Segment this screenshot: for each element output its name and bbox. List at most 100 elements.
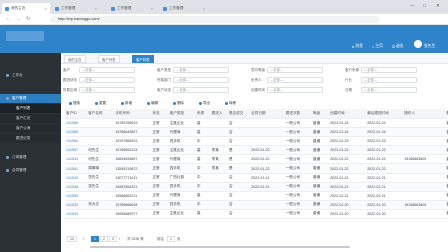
goto-page-input[interactable]: 1 (167, 236, 175, 242)
column-header[interactable]: 操作人 (403, 109, 446, 119)
browser-tab[interactable]: 工作管理 × (108, 3, 156, 14)
filter-select[interactable]: —全部— (79, 67, 135, 73)
column-header[interactable]: 跟进次数 (284, 109, 312, 119)
table-cell: 2022-01-23 (329, 136, 367, 147)
sidebar-item[interactable]: 跟进记录 (0, 134, 61, 143)
column-header[interactable]: 状态 (151, 109, 169, 119)
browser-tab[interactable]: 工作管理 × (52, 3, 100, 14)
filter-select[interactable]: —全部— (361, 87, 417, 93)
filter-select[interactable]: —全部— (173, 67, 229, 73)
table-cell[interactable]: 141565 (65, 127, 88, 138)
column-header[interactable]: 最后跟进时间 (366, 109, 404, 119)
edit-button[interactable]: 编辑 (147, 100, 158, 106)
page-size-select[interactable]: 10 (67, 236, 77, 242)
table-cell[interactable]: 141530 (65, 209, 88, 220)
close-tab-icon[interactable]: × (151, 6, 153, 11)
transfer-button[interactable]: 转移 (225, 100, 236, 106)
sidebar-item[interactable]: 客户汇总 (0, 114, 61, 123)
filter-select[interactable]: —全部— (361, 77, 417, 83)
close-window-icon[interactable]: ✕ (436, 3, 440, 9)
content-tab[interactable]: 客户列表 (98, 55, 120, 63)
table-row[interactable]: 141535 15566852211 正常 代理商高否一般公司 普通 2022-01-21… (65, 191, 448, 201)
filter-select[interactable]: —全部— (267, 77, 323, 83)
sidebar-item[interactable]: 客户管理 (0, 94, 61, 103)
minimize-icon[interactable]: — (410, 3, 414, 8)
delete-button[interactable]: 删除 (173, 100, 184, 106)
table-row[interactable]: 141564 18767865431 正常 四手机中否一般公司 普通 2022-01-23… (65, 136, 448, 147)
table-cell[interactable]: 141557 (65, 145, 88, 156)
back-icon[interactable]: ← (6, 16, 11, 22)
page-button[interactable]: 3 (109, 236, 117, 242)
filter-select[interactable]: —全部— (79, 87, 135, 93)
table-cell[interactable]: 141532 (65, 200, 88, 210)
username[interactable]: 张先生 (424, 44, 435, 49)
table-cell[interactable]: 141535 (65, 191, 88, 201)
sidebar-item[interactable]: 订单管理 (0, 153, 61, 162)
table-cell (87, 191, 115, 201)
table-row[interactable]: 141538 张先生 15987654321 正常 四手机中否 2022-01-21 一般公… (65, 182, 448, 192)
table-row[interactable]: 141565 15786643827 正常 代理商高否一般公司 普通 2022-01-24… (65, 127, 448, 138)
search-button[interactable]: 搜索 (69, 100, 80, 106)
add-button[interactable]: 新增 (121, 100, 132, 106)
content-tab[interactable]: 我的主页 (64, 55, 86, 63)
page-button[interactable]: 1 (91, 236, 99, 242)
table-row[interactable]: 141541 周琳琳 13545219872 正常 四手机中李某是 2022-01-22 一… (65, 163, 448, 174)
table-row[interactable]: 141540 张先生 13077771011 正常 广西壮族中否 2022-01-21 一般… (65, 173, 448, 183)
table-cell[interactable]: 141540 (65, 173, 88, 183)
column-header[interactable]: 来源 (195, 109, 211, 119)
browser-tab[interactable]: 工作管理 × (160, 3, 208, 14)
table-cell[interactable]: 141543 (65, 154, 88, 165)
filter-select[interactable]: —全部— (173, 87, 229, 93)
page-button[interactable]: 2 (100, 236, 108, 242)
column-header[interactable]: 客户类型 (168, 109, 196, 119)
filter-select[interactable]: —全部— (79, 77, 135, 83)
table-cell: 普通 (311, 173, 330, 183)
header-item[interactable]: ⌂ 主页 (372, 44, 383, 49)
column-header[interactable]: 手机号码 (114, 109, 152, 119)
table-row[interactable]: 141530 15655889977 正常 主推企业高否一般公司 普通 2022-01-2… (65, 209, 448, 220)
column-header[interactable]: 是否成交 (227, 109, 251, 119)
close-tab-icon[interactable]: × (45, 6, 47, 11)
content-tab[interactable]: 客户列表 (132, 55, 154, 63)
table-row[interactable]: 141543 何先生 18694534897 正常 代理商高李某是 2022-01-22 一… (65, 154, 448, 165)
column-header[interactable]: 客户ID (65, 109, 88, 119)
header-item[interactable]: ● 消息 (352, 44, 363, 49)
column-header[interactable]: 客户名称 (87, 109, 115, 119)
filter-select[interactable]: —全部— (267, 87, 323, 93)
browser-tab[interactable]: 我的主页 × (2, 3, 50, 14)
filter-select[interactable]: —全部— (173, 77, 229, 83)
sidebar-item[interactable]: 工作台 (0, 71, 61, 80)
sidebar-item[interactable]: 合同管理 (0, 166, 61, 175)
prev-page-icon[interactable]: ‹ (83, 236, 84, 242)
table-cell[interactable]: 141538 (65, 182, 88, 192)
table-cell[interactable]: 141564 (65, 136, 88, 147)
column-header[interactable]: 等级 (311, 109, 330, 119)
forward-icon[interactable]: → (16, 16, 21, 22)
column-header[interactable]: 合同日期 (250, 109, 285, 119)
table-row[interactable]: 141557 何先生 15789652123 正常 主推企业高李某是 2022-01-22… (65, 145, 448, 156)
horizontal-scrollbar[interactable] (90, 246, 350, 248)
filter-select[interactable]: —全部— (267, 67, 323, 73)
sidebar-item[interactable]: 客户列表 (0, 104, 61, 113)
table-cell: 正常 (151, 200, 169, 210)
reset-button[interactable]: 重置 (95, 100, 106, 106)
export-button[interactable]: 导出 (199, 100, 210, 106)
header-item[interactable]: ⏻ 退出 (392, 44, 404, 49)
table-row[interactable]: 141532 宋大志 15789666618 正常 四手机中否一般公司 普通 2022-01… (65, 200, 448, 210)
close-tab-icon[interactable]: × (95, 6, 97, 11)
table-row[interactable]: 141566 15789765619 正常 主推企业高否一般公司 普通 2022-01-2… (65, 118, 448, 129)
column-header[interactable]: 创建时间 (329, 109, 367, 119)
reload-icon[interactable]: ↻ (26, 16, 30, 22)
column-header[interactable]: 跟进人 (210, 109, 228, 119)
next-page-icon[interactable]: › (119, 236, 120, 242)
sidebar-item[interactable]: 客户公海 (0, 124, 61, 133)
avatar[interactable] (414, 40, 422, 48)
table-cell: 四手机 (168, 136, 196, 147)
url-field[interactable]: http://erp.haixinggo.com/ (50, 16, 380, 23)
table-cell: 一般公司 (284, 182, 312, 192)
close-tab-icon[interactable]: × (203, 6, 205, 11)
filter-select[interactable]: —全部— (361, 67, 417, 73)
table-cell[interactable]: 141541 (65, 163, 88, 174)
maximize-icon[interactable]: □ (423, 3, 426, 8)
table-cell[interactable]: 141566 (65, 118, 88, 129)
